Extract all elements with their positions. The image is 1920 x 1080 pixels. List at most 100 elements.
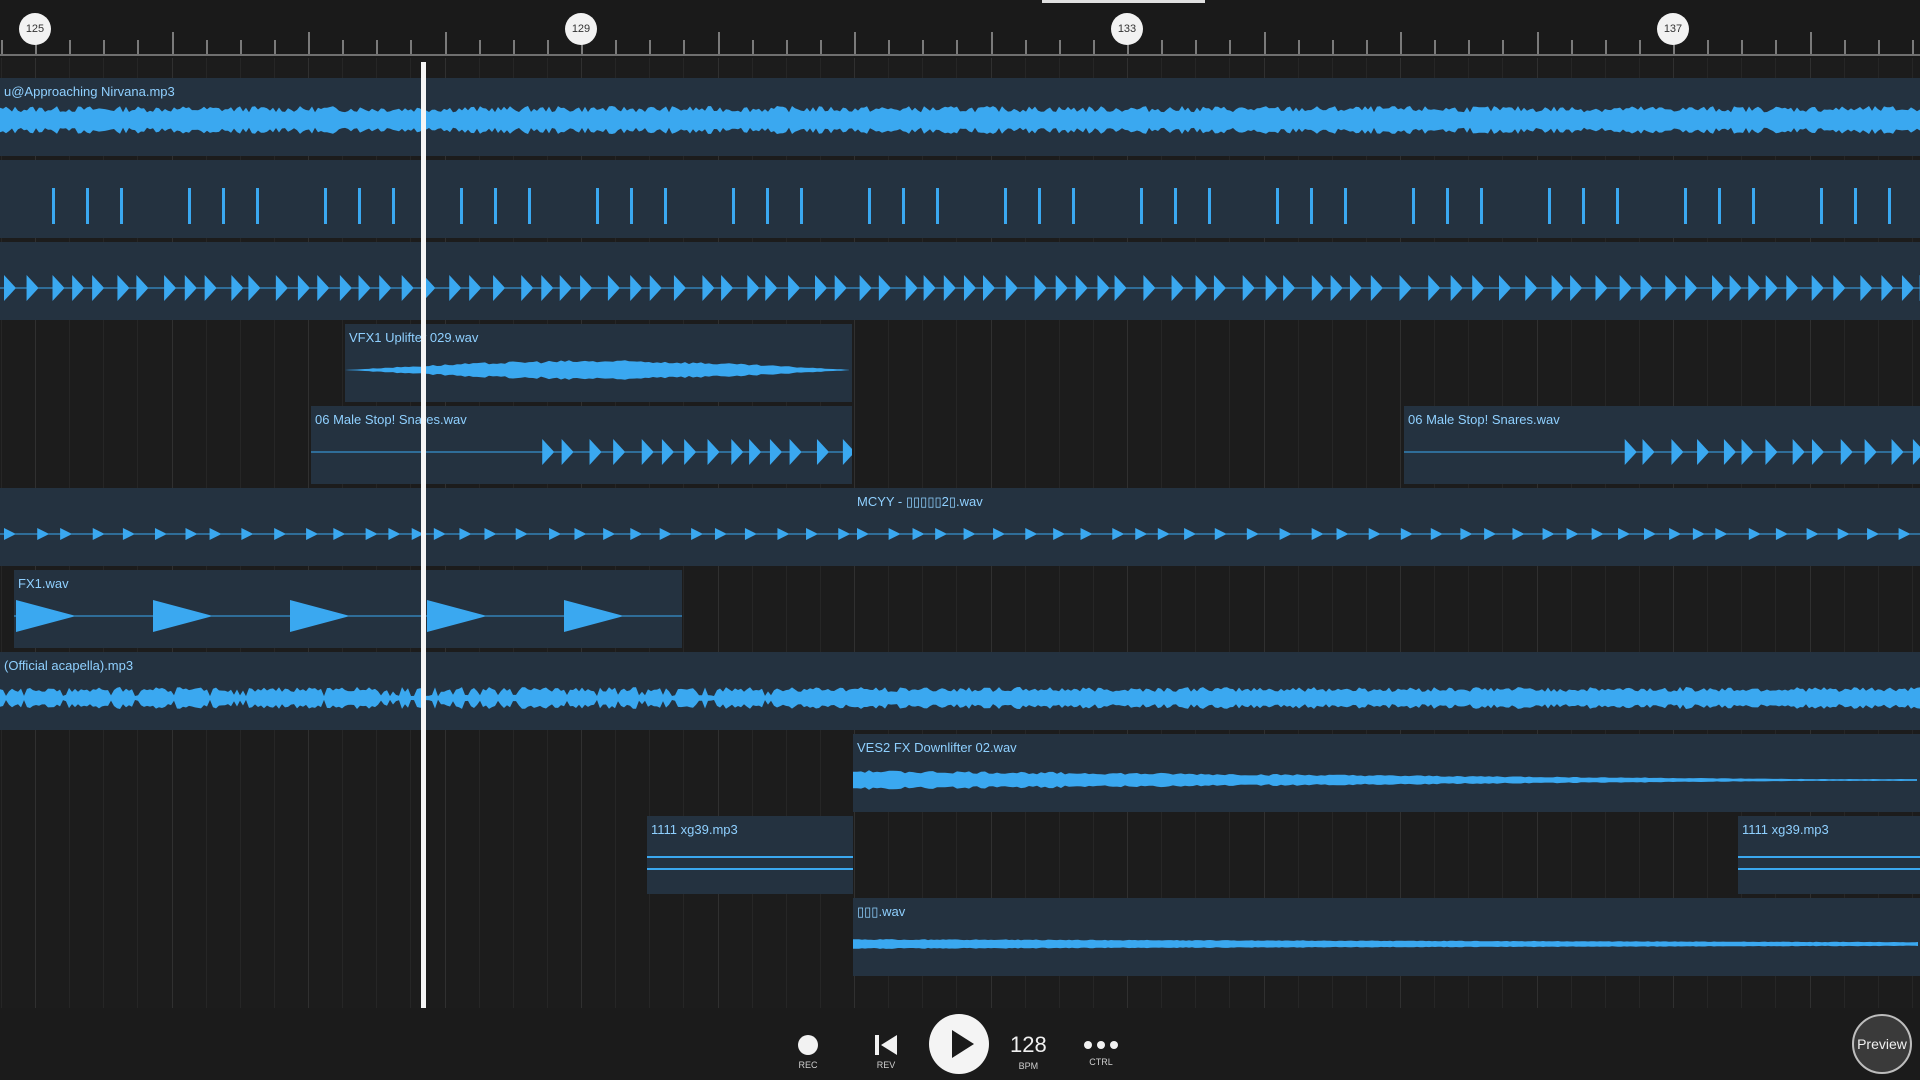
waveform-shape (1669, 528, 1682, 540)
waveform-shape (1214, 528, 1227, 540)
waveform-shape (1741, 439, 1754, 465)
record-button[interactable]: REC (796, 1033, 820, 1070)
waveform-shape (1038, 188, 1041, 224)
ruler-tick (547, 40, 549, 54)
waveform-shape (1616, 188, 1619, 224)
waveform (0, 528, 853, 540)
bar-marker-129[interactable]: 129 (565, 13, 597, 45)
play-button[interactable] (928, 1013, 990, 1075)
waveform-shape (72, 275, 85, 301)
waveform-shape (0, 687, 1920, 709)
ruler-tick (1502, 40, 1504, 54)
ruler-tick (172, 32, 174, 54)
waveform-shape (358, 275, 371, 301)
clip-fx1[interactable]: FX1.wav (14, 570, 682, 648)
ruler-tick (206, 40, 208, 54)
waveform-shape (842, 439, 852, 465)
waveform-shape (306, 528, 319, 540)
clip-mcyy-lead[interactable] (0, 488, 853, 566)
waveform-shape (647, 868, 853, 870)
ruler-tick (1059, 40, 1061, 54)
rewind-button[interactable]: REV (873, 1033, 899, 1070)
clip-nirvana[interactable]: u@Approaching Nirvana.mp3 (0, 78, 1920, 156)
waveform-shape (853, 770, 1917, 790)
waveform-shape (52, 275, 65, 301)
waveform-shape (789, 439, 802, 465)
timeline-ruler[interactable]: 125 129 133 137 (0, 0, 1920, 58)
waveform-shape (401, 275, 414, 301)
waveform-shape (1748, 275, 1761, 301)
waveform-shape (912, 528, 925, 540)
playhead[interactable] (421, 62, 426, 1008)
waveform-shape (1004, 188, 1007, 224)
clip-xg39-b[interactable]: 1111 xg39.mp3 (1738, 816, 1920, 894)
waveform-shape (859, 275, 872, 301)
waveform-shape (1548, 188, 1551, 224)
waveform-shape (963, 275, 976, 301)
waveform-shape (1330, 275, 1343, 301)
waveform-shape (647, 856, 853, 858)
more-dots-icon (1084, 1041, 1118, 1049)
clip-rhythm[interactable] (0, 242, 1920, 320)
waveform-shape (1171, 275, 1184, 301)
waveform-shape (641, 439, 654, 465)
ruler-tick (1810, 32, 1812, 54)
waveform (1404, 439, 1920, 465)
waveform-shape (388, 528, 401, 540)
waveform-shape (1311, 528, 1324, 540)
waveform-shape (1480, 188, 1483, 224)
bar-marker-137[interactable]: 137 (1657, 13, 1689, 45)
track-lane-6: MCYY - ▯▯▯▯▯2▯.wav (0, 486, 1920, 568)
waveform-shape (1729, 275, 1742, 301)
clip-snares-b[interactable]: 06 Male Stop! Snares.wav (1404, 406, 1920, 484)
waveform-shape (559, 275, 572, 301)
waveform-shape (816, 439, 829, 465)
waveform-shape (1738, 868, 1920, 870)
waveform-shape (1888, 188, 1891, 224)
waveform-shape (324, 188, 327, 224)
waveform-shape (564, 600, 624, 632)
waveform-shape (749, 439, 762, 465)
skip-back-icon (875, 1035, 897, 1055)
waveform-shape (1840, 439, 1853, 465)
preview-button[interactable]: Preview (1852, 1014, 1912, 1074)
track-area[interactable]: u@Approaching Nirvana.mp3 VFX1 Uplifter … (0, 58, 1920, 1008)
bpm-display[interactable]: 128 BPM (1010, 1032, 1047, 1071)
ruler-tick (1332, 40, 1334, 54)
viewport-indicator[interactable] (1042, 0, 1205, 3)
waveform-shape (1837, 528, 1850, 540)
ruler-tick (786, 40, 788, 54)
waveform-shape (888, 528, 901, 540)
waveform-shape (1684, 188, 1687, 224)
bar-marker-133[interactable]: 133 (1111, 13, 1143, 45)
ctrl-button[interactable]: CTRL (1082, 1036, 1120, 1067)
waveform-shape (1053, 528, 1066, 540)
waveform-shape (923, 275, 936, 301)
waveform-shape (1867, 528, 1880, 540)
waveform-shape (1854, 188, 1857, 224)
waveform-shape (1512, 528, 1525, 540)
waveform (647, 856, 853, 870)
bar-marker-125[interactable]: 125 (19, 13, 51, 45)
clip-downlifter[interactable]: VES2 FX Downlifter 02.wav (853, 734, 1920, 812)
waveform-shape (333, 528, 346, 540)
waveform-shape (1157, 528, 1170, 540)
clip-snares-a[interactable]: 06 Male Stop! Snares.wav (311, 406, 852, 484)
waveform-shape (902, 188, 905, 224)
clip-wav[interactable]: ▯▯▯.wav (853, 898, 1920, 976)
ruler-tick (683, 40, 685, 54)
ruler-tick (956, 40, 958, 54)
waveform-shape (1143, 275, 1156, 301)
waveform-shape (1370, 275, 1383, 301)
clip-hits[interactable] (0, 160, 1920, 238)
track-lane-3 (0, 240, 1920, 322)
clip-mcyy[interactable]: MCYY - ▯▯▯▯▯2▯.wav (853, 488, 1920, 566)
ruler-tick (854, 32, 856, 54)
waveform-shape (1080, 528, 1093, 540)
waveform-shape (561, 439, 574, 465)
ruler-tick (410, 40, 412, 54)
clip-acapella[interactable]: (Official acapella).mp3 (0, 652, 1920, 730)
clip-xg39-a[interactable]: 1111 xg39.mp3 (647, 816, 853, 894)
waveform-shape (603, 528, 616, 540)
waveform-shape (857, 528, 869, 540)
